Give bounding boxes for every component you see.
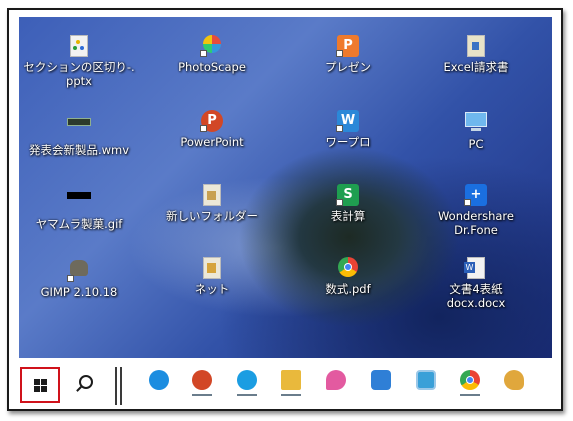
taskbar-divider — [115, 367, 117, 405]
desktop-icon-wordprocessor[interactable]: W ワープロ — [283, 110, 413, 149]
desktop-icon-label: GIMP 2.10.18 — [40, 285, 118, 299]
desktop-icon-docx[interactable]: W 文書4表紙 docx.docx — [411, 257, 541, 310]
presentation-app-icon: P — [336, 35, 360, 57]
desktop-icon-net[interactable]: ネット — [147, 257, 277, 296]
file-explorer-icon — [281, 370, 301, 390]
desktop-icon-excel-invoice[interactable]: Excel請求書 — [411, 35, 541, 74]
search-icon[interactable] — [79, 375, 93, 389]
desktop-icon-pc[interactable]: PC — [411, 110, 541, 151]
desktop-icon-label: ネット — [194, 282, 230, 296]
photoscape-icon — [200, 35, 224, 57]
powerpoint-icon — [192, 370, 212, 390]
desktop-icon-label: 新しいフォルダー — [166, 209, 258, 223]
desktop-icon-label: Wondershare Dr.Fone — [437, 209, 514, 237]
chrome-icon — [460, 370, 480, 390]
desktop-icon-label: 文書4表紙 docx.docx — [446, 282, 506, 310]
word-file-icon: W — [464, 257, 488, 279]
folder-icon — [200, 184, 224, 206]
gif-file-icon — [67, 192, 91, 214]
desktop-icon-label: Excel請求書 — [443, 60, 509, 74]
gimp-icon — [67, 260, 91, 282]
taskbar-paint[interactable] — [501, 370, 527, 400]
edge-icon — [237, 370, 257, 390]
taskbar-edge[interactable] — [234, 370, 260, 400]
desktop-icon-gif[interactable]: ヤマムラ製菓.gif — [19, 184, 144, 231]
desktop-icon-label: PC — [468, 137, 484, 151]
taskbar-file-explorer[interactable] — [278, 370, 304, 400]
video-file-icon — [67, 118, 91, 140]
desktop-icon-label: ヤマムラ製菓.gif — [35, 217, 123, 231]
photos-icon — [371, 370, 391, 390]
desktop-icon-photoscape[interactable]: PhotoScape — [147, 35, 277, 74]
taskbar — [19, 362, 552, 408]
desktop-icon-spreadsheet[interactable]: S 表計算 — [283, 184, 413, 223]
desktop-icon-gimp[interactable]: GIMP 2.10.18 — [19, 257, 144, 299]
desktop-icon-label: 数式.pdf — [325, 282, 371, 296]
desktop-icon-label: 表計算 — [330, 209, 366, 223]
paint3d-icon — [326, 370, 346, 390]
excel-file-icon — [464, 35, 488, 57]
taskbar-divider — [120, 367, 122, 405]
paint-icon — [504, 370, 524, 390]
powerpoint-icon: P — [200, 110, 224, 132]
start-button[interactable] — [20, 367, 60, 403]
desktop-icon-video[interactable]: 発表会新製品.wmv — [19, 110, 144, 157]
taskbar-paint3d[interactable] — [323, 370, 349, 400]
taskbar-image-viewer[interactable] — [413, 370, 439, 400]
chrome-pdf-icon — [336, 257, 360, 279]
desktop-icon-label: ワープロ — [325, 135, 371, 149]
taskbar-internet-explorer[interactable] — [146, 370, 172, 400]
image-viewer-icon — [416, 370, 436, 390]
taskbar-photos[interactable] — [368, 370, 394, 400]
screenshot-frame: セクションの区切り-. pptx PhotoScape P プレゼン Excel… — [7, 8, 563, 411]
desktop-icon-drfone[interactable]: + Wondershare Dr.Fone — [411, 184, 541, 237]
desktop-icon-new-folder[interactable]: 新しいフォルダー — [147, 184, 277, 223]
desktop-icon-pdf[interactable]: 数式.pdf — [283, 257, 413, 296]
windows-start-icon — [33, 378, 47, 392]
desktop: セクションの区切り-. pptx PhotoScape P プレゼン Excel… — [19, 17, 552, 358]
desktop-icon-label: PowerPoint — [180, 135, 244, 149]
desktop-icon-label: プレゼン — [325, 60, 371, 74]
desktop-icon-presentation[interactable]: P プレゼン — [283, 35, 413, 74]
taskbar-chrome[interactable] — [457, 370, 483, 400]
internet-explorer-icon — [149, 370, 169, 390]
computer-icon — [464, 112, 488, 134]
taskbar-powerpoint[interactable] — [189, 370, 215, 400]
word-processor-icon: W — [336, 110, 360, 132]
desktop-icon-powerpoint[interactable]: P PowerPoint — [147, 110, 277, 149]
folder-net-icon — [200, 257, 224, 279]
desktop-icon-label: PhotoScape — [178, 60, 246, 74]
pptx-file-icon — [67, 35, 91, 57]
drfone-icon: + — [464, 184, 488, 206]
desktop-icon-pptx[interactable]: セクションの区切り-. pptx — [19, 35, 144, 88]
spreadsheet-app-icon: S — [336, 184, 360, 206]
desktop-icon-label: 発表会新製品.wmv — [28, 143, 130, 157]
desktop-icon-label: セクションの区切り-. pptx — [23, 60, 135, 88]
